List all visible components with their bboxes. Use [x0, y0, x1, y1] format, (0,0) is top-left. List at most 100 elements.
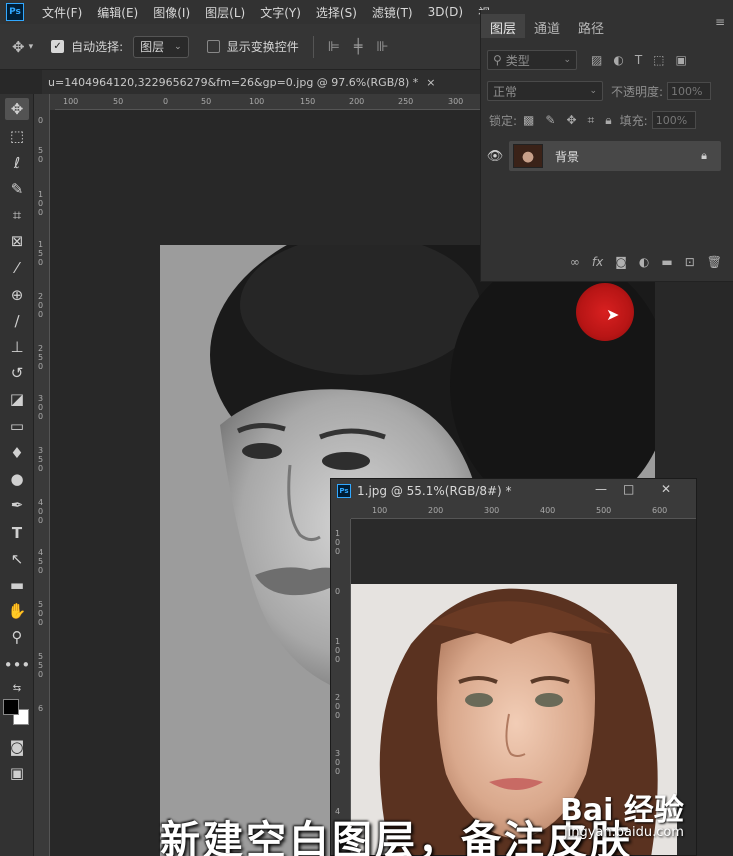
- fill-input[interactable]: 100%: [651, 111, 696, 129]
- window-titlebar[interactable]: Ps 1.jpg @ 55.1%(RGB/8#) * — □ ✕: [331, 479, 696, 503]
- lock-pixels-icon[interactable]: ▩: [523, 113, 534, 127]
- align-left-icon[interactable]: ⊫: [328, 39, 340, 55]
- maximize-icon[interactable]: □: [623, 482, 634, 496]
- marquee-tool-icon[interactable]: ⬚: [5, 125, 29, 147]
- more-tools-icon[interactable]: •••: [4, 654, 31, 676]
- ruler-label: 500: [596, 506, 612, 515]
- swap-colors-icon[interactable]: ⇆: [5, 677, 29, 699]
- ruler-label: 2 0 0: [335, 693, 341, 720]
- ruler-corner: [331, 503, 351, 519]
- watermark-url: jingyan.baidu.com: [564, 825, 684, 840]
- vertical-ruler: 1 0 0 0 1 0 0 2 0 0 3 0 0 4: [331, 519, 351, 855]
- watermark-logo: Bai 经验: [560, 793, 684, 828]
- frame-tool-icon[interactable]: ⊠: [5, 230, 29, 252]
- quick-mask-icon[interactable]: ◙: [5, 736, 29, 758]
- lock-paint-icon[interactable]: ✎: [545, 113, 555, 127]
- fx-icon[interactable]: fx: [592, 255, 603, 269]
- filter-type-icon[interactable]: T: [635, 53, 642, 67]
- window-title: 1.jpg @ 55.1%(RGB/8#) *: [357, 484, 512, 498]
- baidu-jingyan-watermark: Bai 经验 jingyan.baidu.com: [560, 785, 710, 845]
- hand-tool-icon[interactable]: ✋: [5, 600, 29, 622]
- ruler-label: 1 5 0: [38, 240, 44, 267]
- move-tool-icon[interactable]: ✥: [12, 38, 25, 56]
- menu-image[interactable]: 图像(I): [153, 4, 190, 21]
- minimize-icon[interactable]: —: [595, 482, 607, 496]
- menu-3d[interactable]: 3D(D): [428, 5, 463, 19]
- dodge-tool-icon[interactable]: ●: [5, 468, 29, 490]
- show-transform-checkbox[interactable]: [206, 40, 220, 53]
- horizontal-ruler: 100 50 0 50 100 150 200 250 300: [55, 94, 480, 110]
- trash-icon[interactable]: 🗑︎: [707, 255, 722, 269]
- zoom-tool-icon[interactable]: ⚲: [5, 626, 29, 648]
- eye-icon[interactable]: 👁︎: [481, 149, 509, 164]
- new-layer-icon[interactable]: ⊡: [685, 255, 695, 269]
- close-icon[interactable]: ×: [426, 76, 435, 89]
- chevron-down-icon: ⌄: [563, 55, 571, 65]
- type-tool-icon[interactable]: T: [5, 522, 29, 544]
- auto-select-dropdown[interactable]: 图层 ⌄: [133, 35, 189, 58]
- quick-select-tool-icon[interactable]: ✎: [5, 178, 29, 200]
- ruler-label: 5 0: [38, 146, 44, 164]
- history-brush-icon[interactable]: ↺: [5, 362, 29, 384]
- pen-tool-icon[interactable]: ✒: [5, 494, 29, 516]
- menu-filter[interactable]: 滤镜(T): [372, 4, 413, 21]
- menu-layer[interactable]: 图层(L): [205, 4, 245, 21]
- layer-item-background[interactable]: 背景 🔒︎: [509, 141, 721, 171]
- crop-tool-icon[interactable]: ⌗: [5, 204, 29, 226]
- tab-layers[interactable]: 图层: [481, 14, 526, 38]
- menu-file[interactable]: 文件(F): [42, 4, 82, 21]
- ruler-label: 1 0 0: [38, 190, 44, 217]
- fill-label: 填充:: [619, 113, 648, 128]
- ruler-label: 4 0 0: [38, 498, 44, 525]
- ruler-label: 2 0 0: [38, 292, 44, 319]
- lock-position-icon[interactable]: ✥: [566, 113, 576, 127]
- filter-adjustment-icon[interactable]: ◐: [613, 53, 623, 67]
- lasso-tool-icon[interactable]: ℓ: [5, 152, 29, 174]
- menu-select[interactable]: 选择(S): [316, 4, 357, 21]
- ruler-label: 100: [249, 97, 265, 106]
- menu-type[interactable]: 文字(Y): [260, 4, 301, 21]
- blend-mode-dropdown[interactable]: 正常 ⌄: [487, 81, 603, 101]
- lock-icon[interactable]: 🔒︎: [701, 149, 707, 163]
- align-right-icon[interactable]: ⊪: [376, 39, 388, 55]
- stamp-tool-icon[interactable]: ⊥: [5, 336, 29, 358]
- lock-artboard-icon[interactable]: ⌗: [588, 113, 595, 128]
- path-select-tool-icon[interactable]: ↖: [5, 548, 29, 570]
- filter-smart-object-icon[interactable]: ▣: [676, 53, 687, 67]
- eraser-tool-icon[interactable]: ◪: [5, 388, 29, 410]
- tab-paths[interactable]: 路径: [569, 14, 613, 38]
- close-icon[interactable]: ✕: [661, 482, 671, 496]
- document-tab[interactable]: u=1404964120,3229656279&fm=26&gp=0.jpg @…: [42, 70, 480, 94]
- horizontal-ruler: 100 200 300 400 500 600: [351, 503, 696, 519]
- panel-menu-icon[interactable]: ≡: [715, 15, 725, 29]
- lock-all-icon[interactable]: 🔒︎: [605, 113, 611, 128]
- eyedropper-tool-icon[interactable]: ⁄: [5, 257, 29, 279]
- screen-mode-icon[interactable]: ▣: [5, 762, 29, 784]
- layer-filter-dropdown[interactable]: ⚲ 类型 ⌄: [487, 50, 577, 70]
- foreground-color-swatch[interactable]: [3, 699, 19, 715]
- move-tool-icon[interactable]: ✥: [5, 98, 29, 120]
- layer-row[interactable]: 👁︎ 背景 🔒︎: [481, 140, 733, 172]
- rectangle-tool-icon[interactable]: ▬: [5, 574, 29, 596]
- tab-channels[interactable]: 通道: [525, 14, 569, 38]
- ruler-label: 6: [38, 704, 44, 713]
- blur-tool-icon[interactable]: ♦: [5, 442, 29, 464]
- adjustment-layer-icon[interactable]: ◐: [639, 255, 649, 269]
- auto-select-checkbox[interactable]: ✓: [51, 40, 65, 53]
- gradient-tool-icon[interactable]: ▭: [5, 415, 29, 437]
- ruler-label: 2 5 0: [38, 344, 44, 371]
- folder-icon[interactable]: ▬: [661, 255, 672, 269]
- layer-filter-row: ⚲ 类型 ⌄ ▨ ◐ T ⬚ ▣: [481, 46, 733, 74]
- healing-tool-icon[interactable]: ⊕: [5, 284, 29, 306]
- ruler-label: 300: [484, 506, 500, 515]
- opacity-input[interactable]: 100%: [667, 82, 712, 100]
- add-mask-icon[interactable]: ◙: [615, 255, 627, 269]
- filter-pixel-icon[interactable]: ▨: [591, 53, 602, 67]
- ruler-label: 200: [428, 506, 444, 515]
- filter-shape-icon[interactable]: ⬚: [653, 53, 664, 67]
- align-center-icon[interactable]: ╪: [354, 39, 362, 55]
- menu-edit[interactable]: 编辑(E): [97, 4, 138, 21]
- brush-tool-icon[interactable]: ∕: [5, 310, 29, 332]
- tool-preset-chevron-icon[interactable]: ▾: [29, 42, 34, 52]
- link-layers-icon[interactable]: ∞: [570, 255, 580, 269]
